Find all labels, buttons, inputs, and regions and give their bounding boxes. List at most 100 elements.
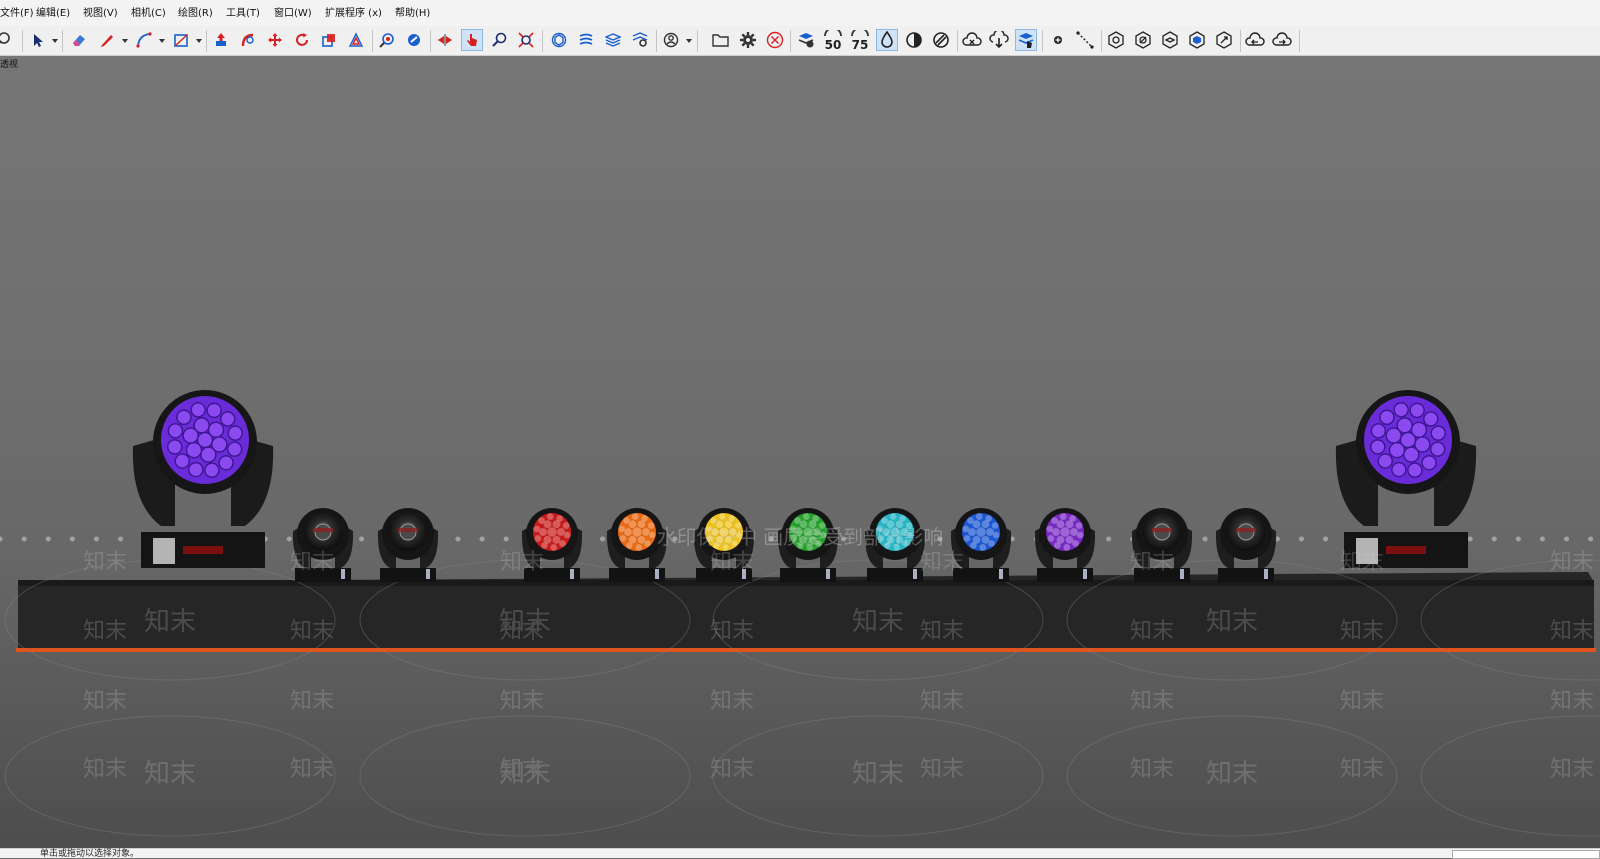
rectangle-icon[interactable]	[170, 29, 192, 51]
zoom-icon[interactable]	[0, 29, 14, 51]
toolbar-separator	[22, 30, 23, 52]
arc-icon[interactable]	[133, 29, 155, 51]
fit-icon[interactable]	[515, 29, 537, 51]
settings-layers-icon[interactable]	[629, 29, 651, 51]
section-icon[interactable]	[376, 29, 398, 51]
component-icon[interactable]	[548, 29, 570, 51]
mirror-icon[interactable]	[434, 29, 456, 51]
moving-head-light-11	[1215, 508, 1277, 582]
menu-help[interactable]: 帮助(H)	[395, 8, 430, 20]
dot-icon[interactable]	[1047, 29, 1069, 51]
reduce-icon[interactable]	[795, 29, 817, 51]
watermark-logo: 知末	[920, 550, 964, 575]
watermark-logo: 知末	[1206, 759, 1258, 789]
scale-icon[interactable]	[318, 29, 340, 51]
cloud-right-icon[interactable]	[1271, 29, 1293, 51]
user-icon[interactable]	[660, 29, 682, 51]
toolbar-separator	[372, 30, 373, 52]
model-viewport[interactable]: 透视 知末 知末 知末 知末 知末 知末 知末 知末 知末 知末 知末 知末 知…	[0, 56, 1600, 848]
select-tool-icon[interactable]	[461, 29, 483, 51]
close-circle-icon[interactable]	[764, 29, 786, 51]
line-icon[interactable]	[1074, 29, 1096, 51]
select-dropdown-icon[interactable]	[52, 39, 58, 43]
watermark-logo: 知末	[1550, 619, 1594, 644]
push-pull-icon[interactable]	[210, 29, 232, 51]
precision-75-label: 75	[852, 38, 869, 50]
watermark-logo: 知末	[1340, 689, 1384, 714]
precision-75-icon[interactable]: 75	[849, 29, 871, 51]
offset-icon[interactable]	[345, 29, 367, 51]
watermark-logo: 知末	[1130, 757, 1174, 782]
pencil-dropdown-icon[interactable]	[122, 39, 128, 43]
watermark-logo: 知末	[83, 550, 127, 575]
watermark-logo: 知末	[710, 550, 754, 575]
box-open-icon[interactable]	[1159, 29, 1181, 51]
toolbar-separator	[206, 30, 207, 52]
menu-file[interactable]: 文件(F)	[0, 8, 34, 20]
watermark-logo: 知末	[710, 757, 754, 782]
watermark-logo: 知末	[1130, 550, 1174, 575]
search-icon[interactable]	[488, 29, 510, 51]
watermark-logo: 知末	[499, 759, 551, 789]
drop-icon[interactable]	[876, 29, 898, 51]
watermark-logo: 知末	[710, 619, 754, 644]
status-bar: 单击或拖动以选择对象。	[0, 848, 1600, 859]
contrast-icon[interactable]	[903, 29, 925, 51]
menu-bar: 文件(F) 编辑(E) 视图(V) 相机(C) 绘图(R) 工具(T) 窗口(W…	[0, 0, 1600, 26]
stack-icon[interactable]	[602, 29, 624, 51]
rotate-icon[interactable]	[291, 29, 313, 51]
layers-icon[interactable]	[575, 29, 597, 51]
toolbar-separator	[1101, 30, 1102, 52]
eraser-icon[interactable]	[68, 29, 90, 51]
watermark-logo: 知末	[499, 607, 551, 637]
moving-head-light-9	[1034, 508, 1096, 582]
wash-light-left	[132, 390, 274, 568]
watermark-logo: 知末	[290, 619, 334, 644]
watermark-logo: 知末	[1340, 757, 1384, 782]
stage-trim	[16, 648, 1596, 652]
box-slash-icon[interactable]	[1132, 29, 1154, 51]
watermark-logo: 知末	[852, 759, 904, 789]
folder-icon[interactable]	[710, 29, 732, 51]
cloud-cross-icon[interactable]	[961, 29, 983, 51]
menu-view[interactable]: 视图(V)	[83, 8, 118, 20]
stage-scene: 知末 知末 知末 知末 知末 知末 知末 知末知末 知末 知末 知末 知末 知末 知末 知末知末 知末 知末 知末…	[0, 390, 1600, 837]
watermark-logo: 知末	[1340, 550, 1384, 575]
menu-tools[interactable]: 工具(T)	[226, 8, 260, 20]
select-icon[interactable]	[26, 29, 48, 51]
watermark-logo: 知末	[83, 619, 127, 644]
watermark-logo: 知末	[920, 619, 964, 644]
box-solid-icon[interactable]	[1186, 29, 1208, 51]
toolbar-separator	[790, 30, 791, 52]
menu-camera[interactable]: 相机(C)	[131, 8, 166, 20]
cloud-left-icon[interactable]	[1244, 29, 1266, 51]
move-icon[interactable]	[264, 29, 286, 51]
menu-edit[interactable]: 编辑(E)	[36, 8, 70, 20]
toolbar-separator	[430, 30, 431, 52]
wash-light-right	[1335, 390, 1477, 568]
menu-extensions[interactable]: 扩展程序 (x)	[325, 8, 382, 20]
gear-icon[interactable]	[737, 29, 759, 51]
explode-icon[interactable]	[403, 29, 425, 51]
cloud-hand-icon[interactable]	[1015, 29, 1037, 51]
pencil-icon[interactable]	[96, 29, 118, 51]
watermark-logo: 知末	[920, 757, 964, 782]
toolbar-separator	[697, 30, 698, 52]
box-arrow-icon[interactable]	[1213, 29, 1235, 51]
precision-50-icon[interactable]: 50	[822, 29, 844, 51]
user-dropdown-icon[interactable]	[686, 39, 692, 43]
watermark-logo: 知末	[1550, 550, 1594, 575]
watermark-logo: 知末	[920, 689, 964, 714]
arc-dropdown-icon[interactable]	[159, 39, 165, 43]
follow-me-icon[interactable]	[237, 29, 259, 51]
watermark-logo: 知末	[83, 689, 127, 714]
menu-window[interactable]: 窗口(W)	[274, 8, 312, 20]
watermark-logo: 知末	[290, 550, 334, 575]
rectangle-dropdown-icon[interactable]	[196, 39, 202, 43]
hatch-icon[interactable]	[930, 29, 952, 51]
box-icon[interactable]	[1105, 29, 1127, 51]
watermark-logo: 知末	[710, 689, 754, 714]
menu-draw[interactable]: 绘图(R)	[178, 8, 213, 20]
cloud-down-icon[interactable]	[988, 29, 1010, 51]
toolbar-separator	[1042, 30, 1043, 52]
